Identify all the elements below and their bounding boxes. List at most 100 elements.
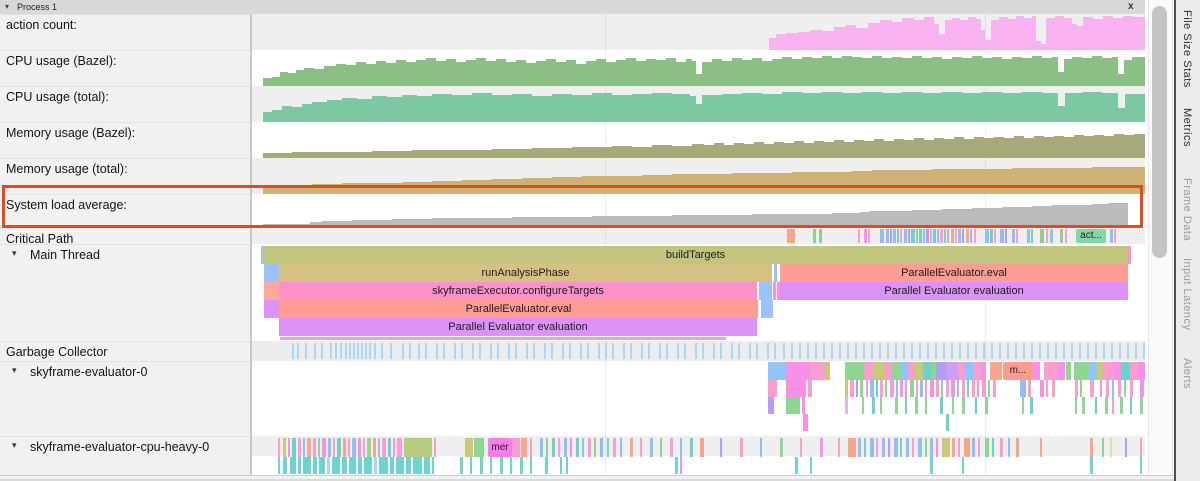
cpu-heavy-span[interactable]	[958, 438, 960, 457]
evaluator0-span[interactable]	[845, 397, 848, 414]
evaluator0-span[interactable]	[1100, 380, 1102, 397]
cpu-heavy-span[interactable]	[675, 457, 678, 474]
cpu-heavy-span[interactable]	[397, 438, 402, 457]
cpu-heavy-span[interactable]	[838, 438, 840, 457]
cpu-heavy-span[interactable]	[848, 438, 856, 457]
evaluator0-span[interactable]	[1140, 397, 1143, 414]
critical-path-span[interactable]	[900, 229, 902, 243]
gc-event-tick[interactable]	[569, 343, 571, 359]
gc-event-tick[interactable]	[855, 343, 857, 359]
critical-path-span[interactable]	[990, 229, 993, 243]
cpu-heavy-span[interactable]	[290, 457, 296, 474]
evaluator0-span[interactable]	[901, 362, 908, 380]
gc-event-tick[interactable]	[713, 343, 715, 359]
cpu-heavy-span[interactable]	[930, 438, 933, 457]
cpu-heavy-span[interactable]	[288, 438, 290, 457]
gc-event-tick[interactable]	[767, 343, 769, 359]
cpu-heavy-span[interactable]	[640, 438, 642, 457]
evaluator0-span[interactable]	[876, 380, 878, 397]
evaluator0-span[interactable]	[1028, 380, 1031, 397]
evaluator0-span[interactable]	[981, 362, 986, 380]
gc-event-tick[interactable]	[1119, 343, 1121, 359]
gc-event-tick[interactable]	[1135, 343, 1137, 359]
gc-event-tick[interactable]	[738, 343, 740, 359]
cpu-heavy-span[interactable]	[978, 438, 980, 457]
critical-path-span[interactable]	[904, 229, 907, 243]
critical-path-span[interactable]	[947, 229, 949, 243]
cpu-heavy-span[interactable]	[900, 438, 902, 457]
cpu-heavy-span[interactable]	[303, 457, 311, 474]
horizontal-scrollbar[interactable]	[0, 475, 1174, 481]
evaluator0-span[interactable]	[920, 380, 923, 397]
evaluator0-span[interactable]	[870, 380, 874, 397]
critical-path-span[interactable]	[919, 229, 922, 243]
cpu-heavy-span[interactable]	[364, 457, 372, 474]
evaluator0-span[interactable]	[866, 380, 868, 397]
area-chart-cpu-usage-total-[interactable]	[252, 86, 1145, 122]
evaluator0-span[interactable]	[975, 397, 977, 414]
evaluator0-span[interactable]	[885, 380, 887, 397]
thread-row-label[interactable]: ▾skyframe-evaluator-0	[0, 361, 250, 436]
cpu-heavy-span[interactable]	[882, 438, 885, 457]
evaluator0-span[interactable]	[786, 397, 800, 414]
cpu-heavy-span[interactable]	[292, 438, 296, 457]
gc-event-tick[interactable]	[1023, 343, 1025, 359]
evaluator0-span[interactable]	[864, 362, 873, 380]
cpu-heavy-labeled-span[interactable]: mer	[488, 438, 512, 457]
cpu-heavy-span[interactable]	[552, 438, 555, 457]
sidebar-tab-frame-data[interactable]: Frame Data	[1181, 178, 1193, 241]
critical-path-span[interactable]	[813, 229, 816, 243]
gc-event-tick[interactable]	[402, 343, 404, 359]
evaluator0-span[interactable]	[880, 380, 883, 397]
cpu-heavy-span[interactable]	[396, 457, 404, 474]
evaluator0-span[interactable]	[914, 362, 923, 380]
critical-path-span[interactable]	[923, 229, 925, 243]
cpu-heavy-span[interactable]	[328, 438, 331, 457]
cpu-heavy-span[interactable]	[318, 438, 320, 457]
track-row-label[interactable]: Critical Path	[0, 228, 250, 244]
evaluator0-span[interactable]	[1120, 397, 1123, 414]
critical-path-span[interactable]	[944, 229, 946, 243]
gc-event-tick[interactable]	[1143, 343, 1145, 359]
evaluator0-span[interactable]	[1138, 362, 1145, 380]
cpu-heavy-span[interactable]	[570, 438, 572, 457]
evaluator0-span[interactable]	[803, 414, 808, 431]
sidebar-tab-file-size-stats[interactable]: File Size Stats	[1181, 10, 1193, 88]
gc-event-tick[interactable]	[911, 343, 913, 359]
gc-event-tick[interactable]	[562, 343, 564, 359]
cpu-heavy-span[interactable]	[720, 438, 722, 457]
evaluator0-span[interactable]	[872, 397, 875, 414]
evaluator0-span[interactable]	[845, 380, 848, 397]
cpu-heavy-span[interactable]	[322, 438, 326, 457]
thread-row-label[interactable]: ▾Main Thread	[0, 244, 250, 341]
evaluator0-span[interactable]	[1030, 397, 1033, 414]
gc-event-tick[interactable]	[461, 343, 463, 359]
cpu-heavy-span[interactable]	[1125, 438, 1127, 457]
thread-row-label[interactable]: ▾skyframe-evaluator-cpu-heavy-0	[0, 436, 250, 475]
cpu-heavy-span[interactable]	[680, 457, 682, 474]
gc-event-tick[interactable]	[340, 343, 342, 359]
cpu-heavy-span[interactable]	[870, 438, 874, 457]
gc-event-tick[interactable]	[515, 343, 517, 359]
cpu-heavy-span[interactable]	[576, 438, 579, 457]
cpu-heavy-span[interactable]	[474, 438, 484, 457]
gc-event-tick[interactable]	[443, 343, 445, 359]
evaluator0-span[interactable]	[1040, 380, 1044, 397]
gc-event-tick[interactable]	[526, 343, 528, 359]
evaluator0-span[interactable]	[862, 397, 864, 414]
evaluator0-span[interactable]	[936, 362, 947, 380]
chevron-down-icon[interactable]: ▾	[12, 440, 17, 451]
cpu-heavy-span[interactable]	[1090, 438, 1093, 457]
cpu-heavy-span[interactable]	[530, 457, 532, 474]
track-row-label[interactable]: Garbage Collector	[0, 341, 250, 361]
cpu-heavy-span[interactable]	[888, 438, 890, 457]
evaluator0-span[interactable]	[925, 397, 927, 414]
cpu-heavy-span[interactable]	[460, 457, 463, 474]
evaluator0-span[interactable]	[946, 380, 949, 397]
cpu-heavy-span[interactable]	[858, 438, 861, 457]
trace-span-fragment[interactable]	[774, 264, 777, 282]
critical-path-span[interactable]	[897, 229, 899, 243]
gc-event-tick[interactable]	[943, 343, 945, 359]
gc-event-tick[interactable]	[847, 343, 849, 359]
evaluator0-span[interactable]	[977, 380, 979, 397]
